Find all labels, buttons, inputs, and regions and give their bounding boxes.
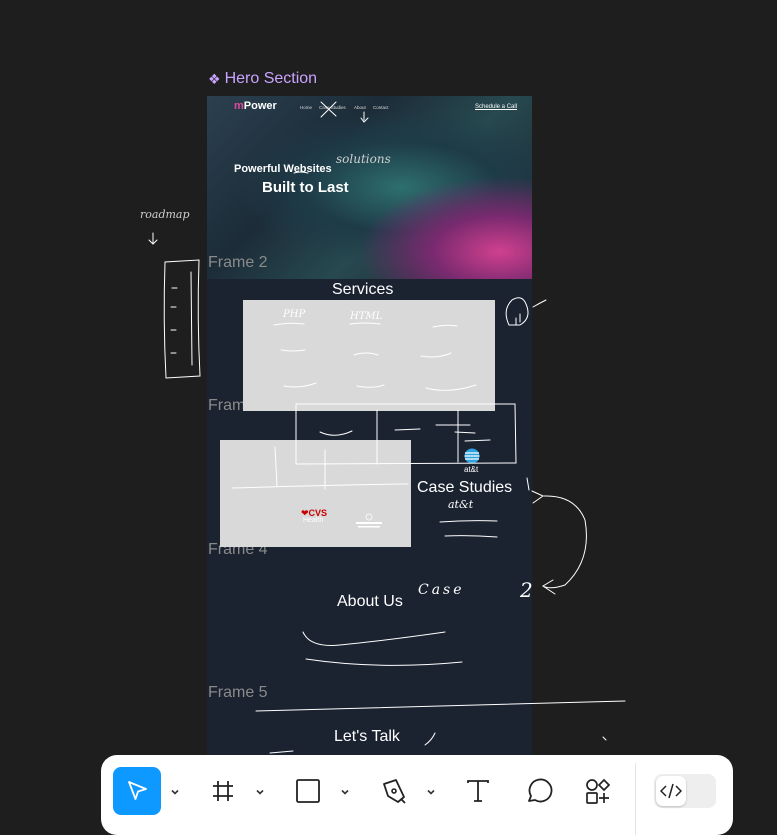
comment-icon	[528, 778, 553, 803]
rectangle-icon	[296, 779, 320, 803]
section-title: Hero Section	[224, 70, 318, 87]
services-heading: Services	[332, 281, 394, 298]
move-icon	[128, 781, 147, 800]
frame-icon	[213, 781, 233, 801]
case-studies-heading: Case Studies	[417, 479, 513, 496]
chevron-down-icon[interactable]	[426, 787, 436, 797]
nav-case-studies[interactable]: Case Studies	[319, 105, 346, 110]
annotation-case: Case	[418, 582, 465, 598]
nav-home[interactable]: Home	[300, 105, 312, 110]
toolbar-divider	[635, 763, 636, 835]
berkshire-logo	[354, 512, 384, 532]
annotation-two: 2	[520, 578, 533, 602]
pen-tool-button[interactable]	[370, 767, 418, 815]
text-tool-button[interactable]	[454, 767, 502, 815]
schedule-call-button[interactable]: Schedule a Call	[475, 104, 517, 110]
comment-tool-button[interactable]	[515, 767, 563, 815]
annotation-html: HTML	[350, 311, 383, 322]
pen-icon	[383, 779, 406, 804]
chevron-down-icon[interactable]	[255, 787, 265, 797]
hero-subheadline: Powerful Websites	[234, 163, 332, 175]
annotation-att: at&t	[448, 498, 474, 511]
att-globe-icon	[462, 448, 482, 464]
nav-about[interactable]: About	[354, 105, 366, 110]
annotation-php: PHP	[283, 309, 306, 320]
frame-label-5[interactable]: Frame 5	[208, 684, 268, 702]
annotation-roadmap: roadmap	[140, 208, 190, 221]
frame-tool-button[interactable]	[199, 767, 247, 815]
brand-logo: mPower	[234, 100, 277, 112]
hero-frame[interactable]: mPower Home Case Studies About Contact S…	[207, 96, 532, 279]
about-heading: About Us	[337, 593, 403, 610]
text-icon	[467, 780, 489, 802]
annotation-solutions: solutions	[336, 152, 391, 166]
chevron-down-icon[interactable]	[340, 787, 350, 797]
talk-heading: Let's Talk	[334, 728, 400, 745]
actions-tool-button[interactable]	[574, 767, 622, 815]
chevron-down-icon[interactable]	[170, 787, 180, 797]
frame-label-2[interactable]: Frame 2	[208, 254, 268, 272]
cvs-logo-sub: Health	[303, 517, 324, 524]
hero-headline: Built to Last	[262, 179, 349, 196]
move-tool-button[interactable]	[113, 767, 161, 815]
assets-icon	[586, 778, 611, 804]
att-logo-text: at&t	[464, 465, 479, 474]
dev-mode-toggle[interactable]	[654, 774, 716, 808]
nav-contact[interactable]: Contact	[373, 105, 389, 110]
dev-mode-knob[interactable]	[656, 776, 686, 806]
bottom-toolbar	[101, 755, 733, 835]
component-icon: ❖	[208, 70, 221, 87]
shape-tool-button[interactable]	[284, 767, 332, 815]
section-label[interactable]: ❖ Hero Section	[208, 70, 317, 88]
code-icon	[660, 783, 682, 799]
